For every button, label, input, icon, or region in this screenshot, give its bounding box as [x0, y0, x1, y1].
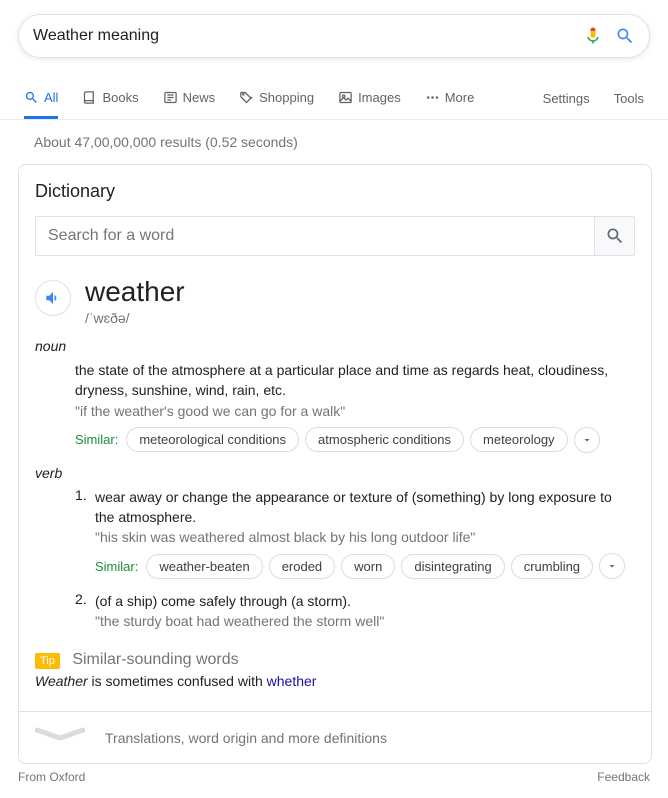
definition-number: 1. [75, 487, 95, 580]
image-icon [338, 90, 353, 105]
phonetic: /ˈwɛðə/ [85, 310, 185, 326]
settings-link[interactable]: Settings [543, 91, 590, 106]
tab-label: All [44, 90, 58, 105]
feedback-link[interactable]: Feedback [597, 770, 650, 784]
tab-shopping[interactable]: Shopping [239, 78, 314, 119]
definition-example: "the sturdy boat had weathered the storm… [95, 613, 635, 629]
dictionary-card: Dictionary weather /ˈwɛðə/ noun the stat… [18, 164, 652, 764]
definition-number: 2. [75, 591, 95, 629]
search-bar[interactable] [18, 14, 650, 58]
tag-icon [239, 90, 254, 105]
similar-chip[interactable]: atmospheric conditions [305, 427, 464, 452]
similar-chip[interactable]: weather-beaten [146, 554, 262, 579]
result-stats: About 47,00,00,000 results (0.52 seconds… [0, 120, 668, 164]
definition-example: "his skin was weathered almost black by … [95, 529, 635, 545]
chevron-down-icon [35, 726, 85, 749]
search-input[interactable] [33, 27, 571, 45]
tip-section: Tip Similar-sounding words Weather is so… [35, 643, 635, 701]
expand-more-button[interactable]: Translations, word origin and more defin… [19, 711, 651, 763]
tip-mid: is sometimes confused with [88, 673, 267, 689]
book-icon [82, 90, 97, 105]
part-of-speech-noun: noun [35, 338, 635, 354]
similar-label: Similar: [95, 559, 138, 574]
definition-example: "if the weather's good we can go for a w… [75, 403, 635, 419]
similar-chip[interactable]: meteorological conditions [126, 427, 299, 452]
tip-badge: Tip [35, 653, 60, 669]
similar-chip[interactable]: disintegrating [401, 554, 504, 579]
part-of-speech-verb: verb [35, 465, 635, 481]
dictionary-search-button[interactable] [594, 217, 634, 255]
dictionary-search [35, 216, 635, 256]
source-label: From Oxford [18, 770, 85, 784]
similar-chip[interactable]: crumbling [511, 554, 593, 579]
search-icon[interactable] [615, 26, 635, 46]
tip-word: Weather [35, 673, 88, 689]
news-icon [163, 90, 178, 105]
tab-label: Shopping [259, 90, 314, 105]
tab-images[interactable]: Images [338, 78, 401, 119]
tab-more[interactable]: More [425, 78, 475, 119]
tip-title: Similar-sounding words [72, 651, 238, 668]
tools-link[interactable]: Tools [614, 91, 644, 106]
expand-similar-button[interactable] [574, 427, 600, 453]
expand-similar-button[interactable] [599, 553, 625, 579]
tab-label: Images [358, 90, 401, 105]
tab-all[interactable]: All [24, 78, 58, 119]
tip-link[interactable]: whether [267, 673, 317, 689]
tab-label: Books [102, 90, 138, 105]
definition-text: (of a ship) come safely through (a storm… [95, 591, 635, 611]
tab-news[interactable]: News [163, 78, 216, 119]
tabs-row: All Books News Shopping Images More Sett… [0, 78, 668, 120]
dictionary-title: Dictionary [35, 181, 635, 202]
similar-chip[interactable]: meteorology [470, 427, 568, 452]
word: weather [85, 276, 185, 308]
dictionary-search-input[interactable] [36, 217, 594, 255]
mic-icon[interactable] [583, 26, 603, 46]
pronounce-button[interactable] [35, 280, 71, 316]
definition-text: wear away or change the appearance or te… [95, 487, 635, 528]
expand-label: Translations, word origin and more defin… [105, 730, 387, 746]
similar-chip[interactable]: eroded [269, 554, 335, 579]
similar-label: Similar: [75, 432, 118, 447]
tab-books[interactable]: Books [82, 78, 138, 119]
similar-chip[interactable]: worn [341, 554, 395, 579]
search-icon [24, 90, 39, 105]
more-icon [425, 90, 440, 105]
tab-label: More [445, 90, 475, 105]
tab-label: News [183, 90, 216, 105]
definition-text: the state of the atmosphere at a particu… [75, 360, 635, 401]
